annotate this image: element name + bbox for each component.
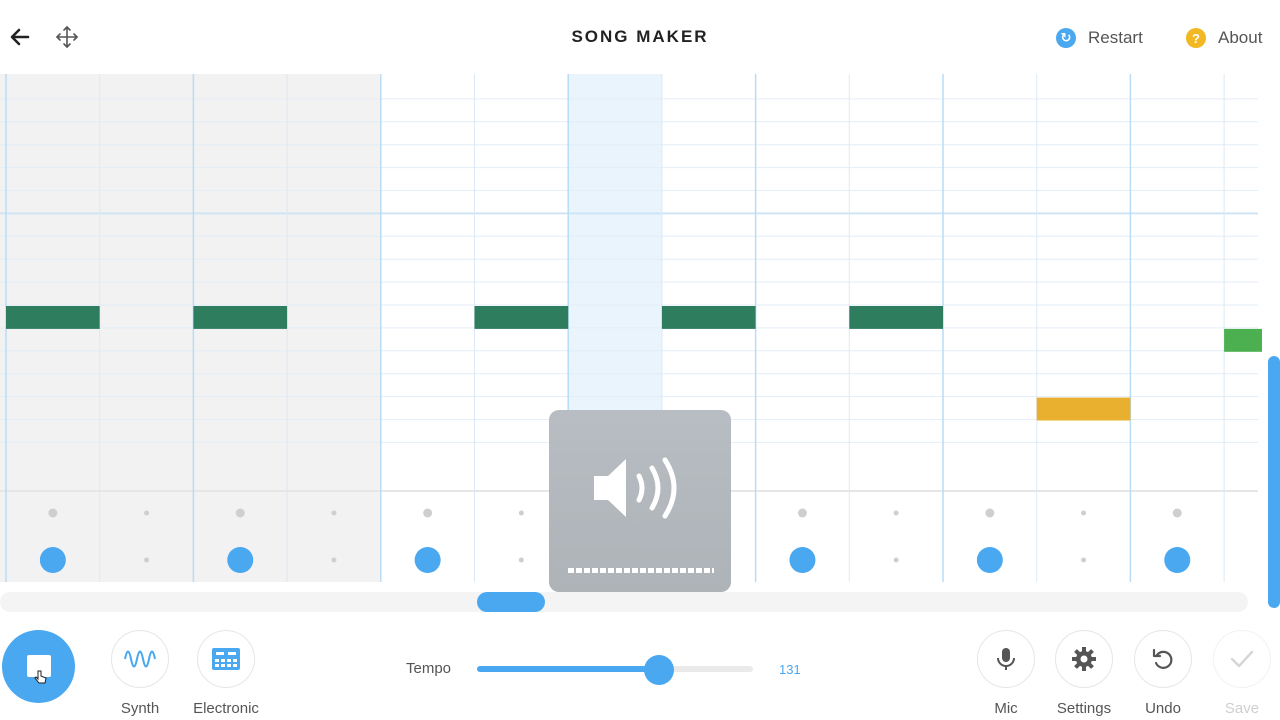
undo-button[interactable]: Undo: [1123, 630, 1203, 717]
percussion-note: [789, 547, 816, 573]
restart-label: Restart: [1088, 28, 1143, 47]
percussion-dot: [331, 510, 337, 516]
gear-icon: [1072, 647, 1096, 671]
percussion-note: [976, 547, 1003, 573]
horizontal-scroll-thumb[interactable]: [477, 592, 545, 612]
electronic-label: Electronic: [193, 700, 259, 717]
vertical-scroll-thumb[interactable]: [1268, 356, 1280, 608]
synth-label: Synth: [120, 700, 160, 717]
save-label: Save: [1224, 700, 1260, 717]
drum-machine-icon: [212, 648, 240, 670]
percussion-dot: [1081, 510, 1087, 516]
percussion-dot: [1081, 557, 1087, 563]
percussion-dot: [423, 508, 433, 518]
melody-note: [193, 306, 288, 329]
volume-level-bars: [568, 568, 714, 573]
mic-label: Mic: [994, 700, 1018, 717]
synth-button[interactable]: Synth: [100, 630, 180, 717]
settings-button[interactable]: Settings: [1044, 630, 1124, 717]
melody-note: [6, 306, 100, 329]
percussion-dot: [518, 557, 524, 563]
melody-note: [849, 306, 943, 329]
cursor-hand-icon: [34, 670, 47, 684]
about-label: About: [1218, 28, 1263, 47]
electronic-button[interactable]: Electronic: [186, 630, 266, 717]
melody-note: [1224, 328, 1262, 352]
tempo-label: Tempo: [406, 660, 452, 677]
stop-button[interactable]: [2, 630, 75, 703]
mic-button[interactable]: Mic: [966, 630, 1046, 717]
waveform-icon: [124, 650, 156, 668]
top-bar: SONG MAKER ↻ Restart ? About: [0, 0, 1280, 74]
percussion-dot: [235, 508, 245, 518]
melody-note: [661, 306, 756, 329]
restart-icon: ↻: [1056, 28, 1076, 48]
tempo-slider-fill: [477, 666, 660, 672]
undo-icon: [1152, 648, 1173, 669]
question-icon: ?: [1186, 28, 1206, 48]
percussion-note: [1164, 547, 1191, 573]
percussion-note: [227, 547, 254, 573]
melody-note: [474, 306, 569, 329]
percussion-dot: [893, 510, 899, 516]
percussion-dot: [1172, 508, 1182, 518]
percussion-dot: [893, 557, 899, 563]
volume-overlay: [549, 410, 731, 592]
speaker-volume-icon: [594, 457, 677, 519]
about-button[interactable]: ? About: [1186, 26, 1262, 50]
tempo-value: 131: [779, 662, 801, 677]
percussion-dot: [797, 508, 807, 518]
percussion-dot: [144, 510, 150, 516]
percussion-dot: [48, 508, 58, 518]
restart-button[interactable]: ↻ Restart: [1056, 26, 1143, 50]
percussion-dot: [144, 557, 150, 563]
percussion-dot: [331, 557, 337, 563]
horizontal-scroll-track[interactable]: [0, 592, 1248, 612]
percussion-note: [39, 547, 66, 573]
percussion-note: [414, 547, 441, 573]
microphone-icon: [997, 648, 1015, 670]
undo-label: Undo: [1145, 700, 1181, 717]
checkmark-icon: [1230, 650, 1254, 668]
settings-label: Settings: [1056, 700, 1112, 717]
melody-note: [1036, 397, 1131, 421]
tempo-slider-thumb[interactable]: [644, 655, 675, 685]
save-button[interactable]: Save: [1202, 630, 1280, 717]
percussion-dot: [985, 508, 995, 518]
percussion-dot: [518, 510, 524, 516]
